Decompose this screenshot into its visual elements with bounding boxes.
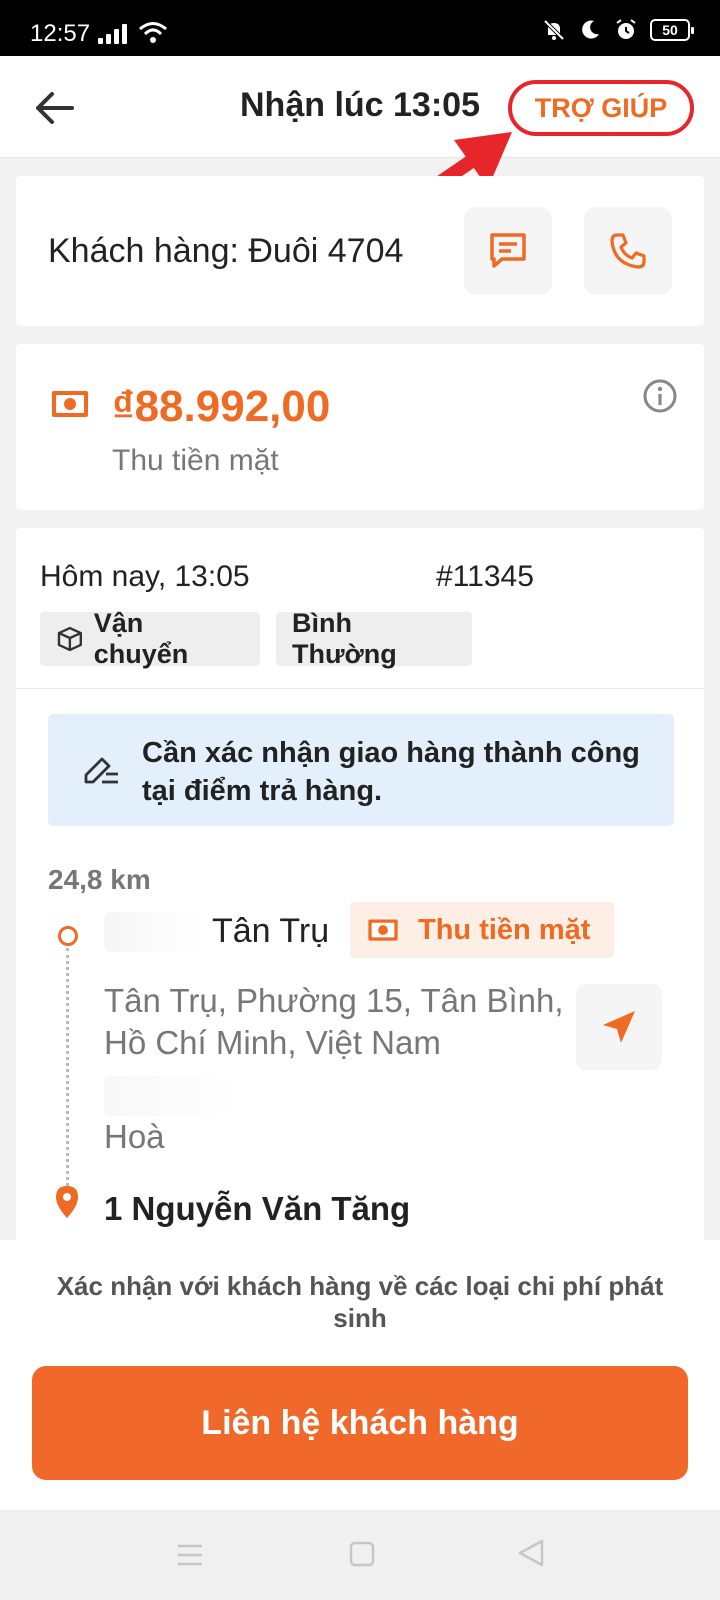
contact-customer-button[interactable]: Liên hệ khách hàng xyxy=(32,1366,688,1480)
battery-level: 50 xyxy=(662,22,678,38)
battery-icon: 50 xyxy=(650,19,694,41)
pickup-payment-badge: Thu tiền mặt xyxy=(350,902,614,958)
system-nav-bar xyxy=(0,1510,720,1600)
wifi-icon xyxy=(139,22,167,43)
navigate-button[interactable] xyxy=(576,984,662,1070)
menu-icon[interactable] xyxy=(176,1542,204,1568)
payment-method: Thu tiền mặt xyxy=(112,444,279,477)
call-button[interactable] xyxy=(584,207,672,295)
bottom-note: Xác nhận với khách hàng về các loại chi … xyxy=(56,1271,664,1333)
help-button[interactable]: TRỢ GIÚP xyxy=(508,80,694,136)
status-bar: 12:57 50 xyxy=(0,0,720,56)
payment-amount: ₫88.992,00 xyxy=(112,382,331,431)
redacted-text xyxy=(104,1076,244,1116)
pickup-name: Tân Trụ xyxy=(212,912,330,950)
bottom-action-area: Xác nhận với khách hàng về các loại chi … xyxy=(0,1240,720,1510)
signal-icon xyxy=(98,24,127,44)
pickup-dot-icon xyxy=(58,926,78,946)
notice-text: Cần xác nhận giao hàng thành công tại đi… xyxy=(142,737,640,807)
route-distance: 24,8 km xyxy=(48,864,151,895)
info-icon[interactable] xyxy=(642,378,678,414)
tag-shipping: Vận chuyển xyxy=(40,608,260,669)
cash-icon xyxy=(368,919,398,941)
divider xyxy=(16,688,704,689)
pickup-address: Tân Trụ, Phường 15, Tân Bình, Hồ Chí Min… xyxy=(104,982,564,1061)
chat-icon xyxy=(490,233,526,268)
order-id: #11345 xyxy=(436,560,534,593)
pickup-extra: Hoà xyxy=(104,1118,165,1155)
order-id-fade xyxy=(544,556,704,596)
cash-icon xyxy=(52,391,88,417)
customer-name: Khách hàng: Đuôi 4704 xyxy=(48,232,404,270)
pickup-payment-label: Thu tiền mặt xyxy=(418,913,591,946)
box-icon xyxy=(57,626,82,652)
tag-priority: Bình Thường xyxy=(276,608,472,669)
phone-icon xyxy=(610,233,646,269)
order-time: Hôm nay, 13:05 xyxy=(40,560,250,593)
tag-shipping-label: Vận chuyển xyxy=(93,608,189,669)
customer-card: Khách hàng: Đuôi 4704 xyxy=(16,176,704,326)
navigation-arrow-icon xyxy=(603,1011,635,1043)
status-time: 12:57 xyxy=(30,20,91,47)
location-pin-icon xyxy=(56,1186,78,1218)
chat-button[interactable] xyxy=(464,207,552,295)
edit-icon xyxy=(84,757,118,784)
mute-bell-icon xyxy=(543,19,565,41)
redacted-text xyxy=(104,912,204,952)
dropoff-name: 1 Nguyễn Văn Tăng xyxy=(104,1190,411,1227)
route-line xyxy=(66,948,69,1204)
alarm-icon xyxy=(616,19,636,39)
payment-card: ₫88.992,00 Thu tiền mặt xyxy=(16,344,704,510)
app-header: Nhận lúc 13:05 TRỢ GIÚP xyxy=(0,56,720,158)
back-triangle-icon[interactable] xyxy=(516,1538,546,1568)
moon-icon xyxy=(582,20,599,39)
confirmation-notice: Cần xác nhận giao hàng thành công tại đi… xyxy=(48,714,674,826)
home-icon[interactable] xyxy=(348,1540,376,1568)
order-card: Hôm nay, 13:05 #11345 Vận chuyển Bình Th… xyxy=(16,528,704,1240)
